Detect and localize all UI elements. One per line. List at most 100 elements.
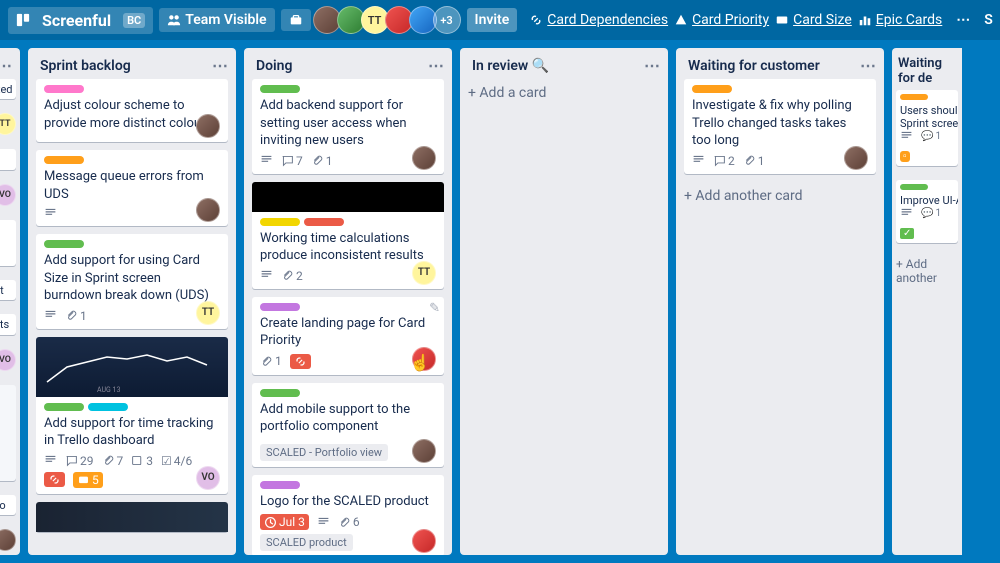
label-pink bbox=[44, 85, 84, 93]
add-card-button[interactable]: Add a card bbox=[460, 79, 668, 107]
card[interactable]: AUG 13 Add support for time tracking in … bbox=[36, 337, 228, 494]
add-card-button[interactable]: Add another card bbox=[676, 182, 884, 210]
card-fragment[interactable]: ·ated bbox=[0, 79, 16, 99]
list-sprint-backlog: Sprint backlog ⋯ Adjust colour scheme to… bbox=[28, 48, 236, 555]
add-card-button[interactable]: Add another bbox=[892, 253, 962, 289]
label-yellow bbox=[260, 218, 300, 226]
list-title[interactable]: Doing bbox=[256, 58, 292, 74]
powerup-card-dependencies[interactable]: Card Dependencies bbox=[529, 12, 668, 28]
list-menu-icon[interactable]: ⋯ bbox=[860, 56, 876, 75]
comments-badge: 💬1 bbox=[921, 131, 941, 142]
comments-badge: 2 bbox=[713, 154, 735, 168]
visibility-button[interactable]: Team Visible bbox=[159, 8, 274, 32]
attachment-badge: 2 bbox=[281, 269, 303, 283]
board-switcher[interactable]: Screenful BC bbox=[8, 7, 153, 34]
list-title[interactable]: Waiting for customer bbox=[688, 58, 820, 74]
attachment-badge: 7 bbox=[102, 454, 124, 468]
powerup-button[interactable] bbox=[281, 9, 311, 31]
card-fragment[interactable] bbox=[0, 220, 16, 266]
card-title: Investigate & fix why polling Trello cha… bbox=[692, 97, 868, 150]
description-icon bbox=[44, 309, 57, 322]
powerup-card-priority[interactable]: Card Priority bbox=[674, 12, 769, 28]
avatar: VO bbox=[0, 349, 16, 371]
list-menu-icon[interactable]: ⋯ bbox=[212, 56, 228, 75]
card-fragment[interactable]: ents bbox=[0, 314, 16, 334]
list-in-review: In review 🔍 ⋯ Add a card bbox=[460, 48, 668, 555]
label-purple bbox=[260, 303, 300, 311]
card-fragment[interactable]: y to bbox=[0, 495, 16, 515]
trello-tag: SCALED product bbox=[260, 534, 353, 551]
powerup-card-size[interactable]: Card Size bbox=[775, 12, 852, 28]
list-partial-right: Waiting for de Users should Sprint scree… bbox=[892, 48, 962, 555]
more-menu[interactable]: ⋯ bbox=[948, 8, 978, 32]
attachment-badge: 1 bbox=[743, 154, 765, 168]
card[interactable]: ✎ Create landing page for Card Priority … bbox=[252, 297, 444, 375]
card-icon bbox=[775, 13, 789, 27]
card-fragment[interactable] bbox=[0, 149, 16, 169]
label-sky bbox=[88, 403, 128, 411]
card[interactable]: Working time calculations produce incons… bbox=[252, 182, 444, 289]
attachment-badge: 1 bbox=[260, 354, 282, 368]
description-icon bbox=[44, 207, 57, 220]
label-green bbox=[260, 85, 300, 93]
powerup-epic-cards[interactable]: Epic Cards bbox=[858, 12, 943, 28]
due-date-badge: Jul 3 bbox=[260, 514, 309, 530]
board-canvas[interactable]: ⋯ ·ated TT VO unt ents VO y to Sprint ba… bbox=[0, 40, 1000, 563]
warning-icon bbox=[674, 13, 688, 27]
card-fragment[interactable]: Users should Sprint screen 💬1 ▫ bbox=[896, 90, 958, 166]
card-cover bbox=[36, 502, 228, 532]
label-orange bbox=[900, 94, 928, 100]
card[interactable]: Add backend support for setting user acc… bbox=[252, 79, 444, 174]
list-title[interactable]: In review 🔍 bbox=[472, 58, 549, 74]
list-menu-icon[interactable]: ⋯ bbox=[0, 56, 12, 75]
comments-badge: 29 bbox=[65, 454, 94, 468]
list-menu-icon[interactable]: ⋯ bbox=[644, 56, 660, 75]
card[interactable]: Add mobile support to the portfolio comp… bbox=[252, 383, 444, 467]
card-title: Add support for time tracking in Trello … bbox=[44, 415, 220, 450]
card[interactable]: Logo for the SCALED product Jul 3 6 SCAL… bbox=[252, 475, 444, 555]
list-title[interactable]: Sprint backlog bbox=[40, 58, 131, 74]
card-fragment[interactable]: unt bbox=[0, 280, 16, 300]
list-title[interactable]: Waiting for de bbox=[898, 56, 958, 86]
avatar-overflow[interactable]: +3 bbox=[433, 6, 461, 34]
label-green bbox=[900, 184, 928, 190]
card[interactable]: Adjust colour scheme to provide more dis… bbox=[36, 79, 228, 142]
invite-button[interactable]: Invite bbox=[467, 8, 518, 32]
label-green bbox=[44, 240, 84, 248]
briefcase-icon bbox=[289, 13, 303, 27]
card[interactable]: Investigate & fix why polling Trello cha… bbox=[684, 79, 876, 174]
description-icon bbox=[260, 269, 273, 282]
checklist-badge: 3 bbox=[131, 454, 153, 468]
team-icon bbox=[167, 13, 181, 27]
description-icon bbox=[317, 516, 330, 529]
card[interactable] bbox=[36, 502, 228, 532]
label-red bbox=[304, 218, 344, 226]
sticker-badge: 5 bbox=[73, 472, 103, 488]
sticker-badge: ▫ bbox=[900, 151, 910, 162]
comments-badge: 💬1 bbox=[921, 208, 941, 219]
member-avatars[interactable]: TT +3 bbox=[317, 6, 461, 34]
avatar: VO bbox=[0, 184, 16, 206]
edit-icon[interactable]: ✎ bbox=[429, 301, 440, 316]
list-waiting-customer: Waiting for customer ⋯ Investigate & fix… bbox=[676, 48, 884, 555]
tasks-badge: ☑ 4/6 bbox=[161, 454, 192, 468]
card-fragment[interactable]: Improve UI-AP 💬1 ✓ bbox=[896, 180, 958, 243]
cursor-icon: ☝ bbox=[410, 353, 430, 372]
card[interactable]: Message queue errors from UDS bbox=[36, 150, 228, 226]
list-menu-icon[interactable]: ⋯ bbox=[428, 56, 444, 75]
description-icon bbox=[44, 454, 57, 467]
trello-tag: SCALED - Portfolio view bbox=[260, 444, 388, 461]
avatar: TT bbox=[0, 113, 16, 135]
card-fragment[interactable] bbox=[0, 385, 16, 481]
header-letter: S bbox=[984, 12, 993, 28]
label-orange bbox=[44, 156, 84, 164]
chart-icon bbox=[858, 13, 872, 27]
label-purple bbox=[260, 481, 300, 489]
description-icon bbox=[900, 207, 913, 220]
avatar: TT bbox=[196, 301, 220, 325]
avatar bbox=[412, 146, 436, 170]
card[interactable]: Add support for using Card Size in Sprin… bbox=[36, 234, 228, 329]
attachment-badge: 1 bbox=[65, 309, 87, 323]
link-icon bbox=[529, 13, 543, 27]
attachment-badge: 1 bbox=[311, 154, 333, 168]
